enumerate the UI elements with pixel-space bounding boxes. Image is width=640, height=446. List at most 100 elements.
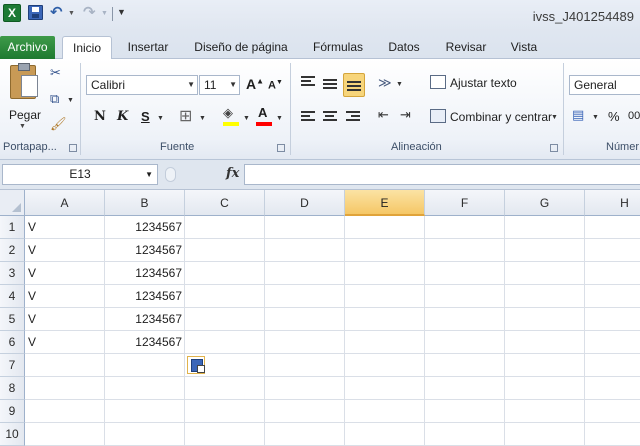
cell-d9[interactable] <box>265 400 345 423</box>
formula-input[interactable] <box>244 164 640 185</box>
redo-icon[interactable]: ↷ <box>83 3 96 21</box>
cell-d8[interactable] <box>265 377 345 400</box>
cell-g9[interactable] <box>505 400 585 423</box>
tab-diseno-de-pagina[interactable]: Diseño de página <box>186 36 296 59</box>
cell-g10[interactable] <box>505 423 585 446</box>
copy-icon[interactable]: ⧉ <box>50 91 59 107</box>
cell-g3[interactable] <box>505 262 585 285</box>
row-header-6[interactable]: 6 <box>0 331 25 354</box>
copy-dropdown-icon[interactable]: ▼ <box>67 97 74 104</box>
italic-button[interactable]: K <box>117 109 128 124</box>
align-right-icon[interactable] <box>346 111 360 123</box>
tab-vista[interactable]: Vista <box>502 36 546 59</box>
cell-h7[interactable] <box>585 354 640 377</box>
font-launcher-icon[interactable] <box>277 144 285 152</box>
cell-c9[interactable] <box>185 400 265 423</box>
cell-f5[interactable] <box>425 308 505 331</box>
currency-dropdown-icon[interactable]: ▼ <box>592 114 599 121</box>
cell-a3[interactable]: V <box>25 262 105 285</box>
cell-c6[interactable] <box>185 331 265 354</box>
cell-h3[interactable] <box>585 262 640 285</box>
cell-h10[interactable] <box>585 423 640 446</box>
cell-b8[interactable] <box>105 377 185 400</box>
cell-b6[interactable]: 1234567 <box>105 331 185 354</box>
cell-h2[interactable] <box>585 239 640 262</box>
row-header-9[interactable]: 9 <box>0 400 25 423</box>
cell-b5[interactable]: 1234567 <box>105 308 185 331</box>
cell-c10[interactable] <box>185 423 265 446</box>
cell-c4[interactable] <box>185 285 265 308</box>
font-name-select[interactable]: Calibri ▼ <box>86 75 198 95</box>
column-header-g[interactable]: G <box>505 190 585 216</box>
merge-center-button[interactable]: Combinar y centrar <box>450 110 552 124</box>
cell-a9[interactable] <box>25 400 105 423</box>
cell-a6[interactable]: V <box>25 331 105 354</box>
tab-revisar[interactable]: Revisar <box>438 36 494 59</box>
cell-f7[interactable] <box>425 354 505 377</box>
cell-a2[interactable]: V <box>25 239 105 262</box>
wrap-text-button[interactable]: Ajustar texto <box>450 76 517 90</box>
cell-e10[interactable] <box>345 423 425 446</box>
redo-dropdown-icon[interactable]: ▼ <box>101 10 108 17</box>
cell-b2[interactable]: 1234567 <box>105 239 185 262</box>
spreadsheet-grid[interactable]: A B C D E F G H 1 V 1234567 2 V 1234567 3 V 1234567 4 V 123… <box>0 190 640 446</box>
cell-c1[interactable] <box>185 216 265 239</box>
fill-color-dropdown-icon[interactable]: ▼ <box>243 115 250 122</box>
column-header-a[interactable]: A <box>25 190 105 216</box>
cell-d3[interactable] <box>265 262 345 285</box>
cell-h5[interactable] <box>585 308 640 331</box>
row-header-7[interactable]: 7 <box>0 354 25 377</box>
column-header-d[interactable]: D <box>265 190 345 216</box>
tab-insertar[interactable]: Insertar <box>120 36 176 59</box>
customize-toolbar-icon[interactable]: ▼ <box>117 7 126 17</box>
chevron-down-icon[interactable]: ▼ <box>145 165 153 184</box>
borders-icon[interactable]: ⊞ <box>179 106 192 126</box>
cell-g1[interactable] <box>505 216 585 239</box>
tab-formulas[interactable]: Fórmulas <box>306 36 370 59</box>
cell-f8[interactable] <box>425 377 505 400</box>
cell-d10[interactable] <box>265 423 345 446</box>
percent-button[interactable]: % <box>608 109 620 124</box>
undo-icon[interactable]: ↶ <box>50 3 63 21</box>
cell-g6[interactable] <box>505 331 585 354</box>
align-top-icon[interactable] <box>301 76 315 88</box>
insert-function-icon[interactable]: fx <box>226 166 239 181</box>
cell-d5[interactable] <box>265 308 345 331</box>
tab-archivo[interactable]: Archivo <box>0 36 55 59</box>
thousands-button[interactable]: 00 <box>628 110 640 122</box>
column-header-c[interactable]: C <box>185 190 265 216</box>
cell-f2[interactable] <box>425 239 505 262</box>
row-header-5[interactable]: 5 <box>0 308 25 331</box>
row-header-2[interactable]: 2 <box>0 239 25 262</box>
row-header-3[interactable]: 3 <box>0 262 25 285</box>
grow-font-button[interactable]: A▲ <box>246 76 264 92</box>
cell-e8[interactable] <box>345 377 425 400</box>
orientation-dropdown-icon[interactable]: ▼ <box>396 81 403 88</box>
cell-d2[interactable] <box>265 239 345 262</box>
cell-g7[interactable] <box>505 354 585 377</box>
font-color-dropdown-icon[interactable]: ▼ <box>276 115 283 122</box>
cell-a5[interactable]: V <box>25 308 105 331</box>
cell-h4[interactable] <box>585 285 640 308</box>
tab-datos[interactable]: Datos <box>380 36 428 59</box>
align-center-icon[interactable] <box>323 111 337 123</box>
orientation-icon[interactable]: ≫ <box>378 75 392 91</box>
cell-a8[interactable] <box>25 377 105 400</box>
font-size-select[interactable]: 11 ▼ <box>199 75 240 95</box>
column-header-f[interactable]: F <box>425 190 505 216</box>
cell-b1[interactable]: 1234567 <box>105 216 185 239</box>
cell-h8[interactable] <box>585 377 640 400</box>
cell-e2[interactable] <box>345 239 425 262</box>
name-box[interactable]: E13 ▼ <box>2 164 158 185</box>
underline-button[interactable]: S <box>141 109 150 124</box>
underline-dropdown-icon[interactable]: ▼ <box>157 115 164 122</box>
tab-inicio[interactable]: Inicio <box>62 36 112 60</box>
fill-color-icon[interactable]: ◈ <box>223 105 233 121</box>
cell-g4[interactable] <box>505 285 585 308</box>
column-header-h[interactable]: H <box>585 190 640 216</box>
cell-d1[interactable] <box>265 216 345 239</box>
cell-e3[interactable] <box>345 262 425 285</box>
excel-logo-icon[interactable]: X <box>3 4 21 22</box>
row-header-8[interactable]: 8 <box>0 377 25 400</box>
cell-a7[interactable] <box>25 354 105 377</box>
